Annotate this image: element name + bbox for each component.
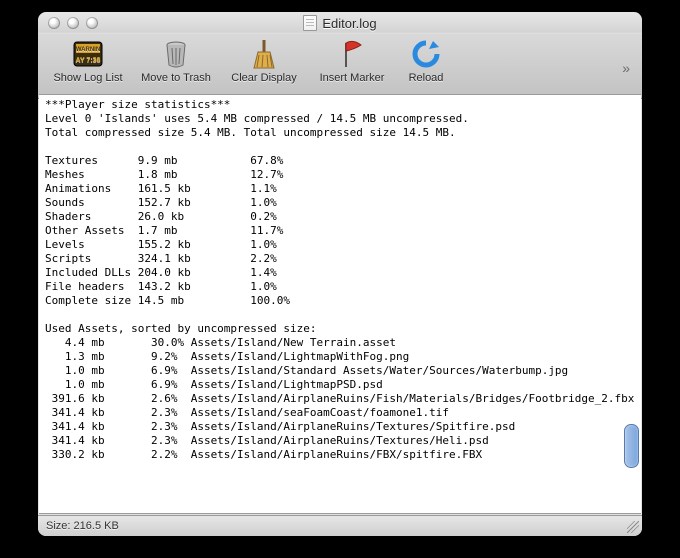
document-icon bbox=[303, 15, 317, 31]
move-to-trash-button[interactable]: Move to Trash bbox=[132, 38, 220, 84]
svg-text:WARNIN: WARNIN bbox=[76, 47, 100, 53]
broom-icon bbox=[248, 38, 280, 70]
log-viewport[interactable]: ***Player size statistics*** Level 0 'Is… bbox=[39, 94, 641, 514]
trash-icon bbox=[160, 38, 192, 70]
show-log-list-button[interactable]: WARNIN AY 7:36 Show Log List bbox=[44, 38, 132, 84]
toolbar-overflow-chevron-icon[interactable]: » bbox=[622, 60, 636, 76]
resize-grip-icon[interactable] bbox=[627, 521, 639, 533]
clear-display-button[interactable]: Clear Display bbox=[220, 38, 308, 84]
warning-badge-icon: WARNIN AY 7:36 bbox=[72, 38, 104, 70]
show-log-list-label: Show Log List bbox=[53, 72, 122, 84]
flag-icon bbox=[336, 38, 368, 70]
reload-icon bbox=[410, 38, 442, 70]
svg-text:AY 7:36: AY 7:36 bbox=[76, 57, 101, 64]
status-size-label: Size: bbox=[46, 520, 70, 532]
app-window: Editor.log WARNIN AY 7:36 Show Log List M… bbox=[38, 12, 642, 536]
titlebar[interactable]: Editor.log bbox=[38, 12, 642, 34]
insert-marker-label: Insert Marker bbox=[320, 72, 385, 84]
window-title: Editor.log bbox=[38, 15, 642, 31]
move-to-trash-label: Move to Trash bbox=[141, 72, 211, 84]
vertical-scrollbar[interactable] bbox=[625, 94, 640, 514]
insert-marker-button[interactable]: Insert Marker bbox=[308, 38, 396, 84]
reload-label: Reload bbox=[409, 72, 444, 84]
status-size-value: 216.5 KB bbox=[74, 520, 119, 532]
status-bar: Size: 216.5 KB bbox=[38, 515, 642, 536]
scroll-thumb[interactable] bbox=[624, 424, 639, 468]
toolbar: WARNIN AY 7:36 Show Log List Move to Tras… bbox=[38, 34, 642, 99]
window-title-text: Editor.log bbox=[322, 16, 376, 31]
log-text: ***Player size statistics*** Level 0 'Is… bbox=[39, 95, 641, 465]
reload-button[interactable]: Reload bbox=[396, 38, 456, 84]
clear-display-label: Clear Display bbox=[231, 72, 296, 84]
